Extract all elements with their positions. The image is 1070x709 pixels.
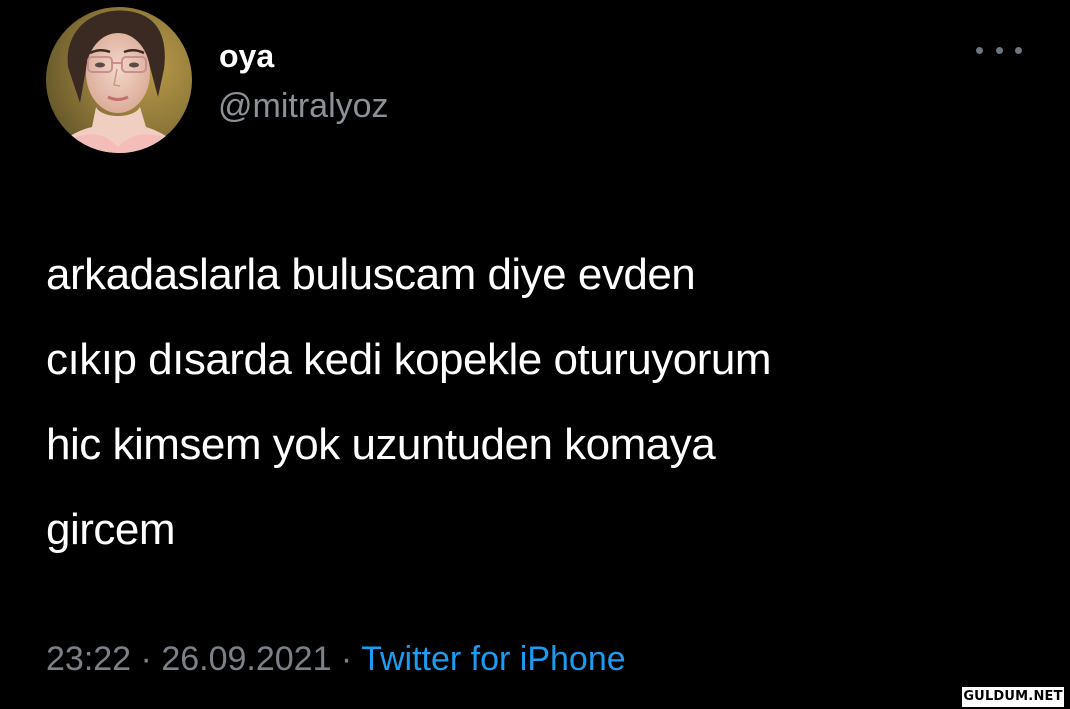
tweet: oya @mitralyoz arkadaslarla buluscam diy… — [0, 0, 1070, 709]
meta-separator: · — [131, 640, 162, 678]
tweet-text-line: hic kimsem yok uzuntuden komaya — [46, 420, 716, 469]
more-dot — [976, 46, 983, 54]
avatar[interactable] — [46, 7, 192, 153]
tweet-text-line: arkadaslarla buluscam diye evden — [46, 250, 696, 299]
avatar-image — [46, 7, 192, 153]
meta-separator: · — [331, 640, 362, 678]
tweet-text-line: cıkıp dısarda kedi kopekle oturuyorum — [46, 335, 772, 384]
more-dot — [995, 46, 1003, 54]
display-name[interactable]: oya — [219, 37, 274, 75]
tweet-text: arkadaslarla buluscam diye evden cıkıp d… — [46, 232, 1036, 572]
tweet-meta: 23:22 · 26.09.2021 · Twitter for iPhone — [46, 636, 626, 682]
more-dot — [1015, 46, 1022, 54]
watermark: GULDUM.NET — [962, 687, 1064, 707]
tweet-date[interactable]: 26.09.2021 — [161, 640, 331, 678]
tweet-time[interactable]: 23:22 — [46, 640, 131, 678]
tweet-source-link[interactable]: Twitter for iPhone — [361, 640, 626, 678]
tweet-text-line: gircem — [46, 505, 176, 554]
user-handle[interactable]: @mitralyoz — [218, 86, 389, 126]
more-options-icon[interactable] — [976, 38, 1022, 62]
